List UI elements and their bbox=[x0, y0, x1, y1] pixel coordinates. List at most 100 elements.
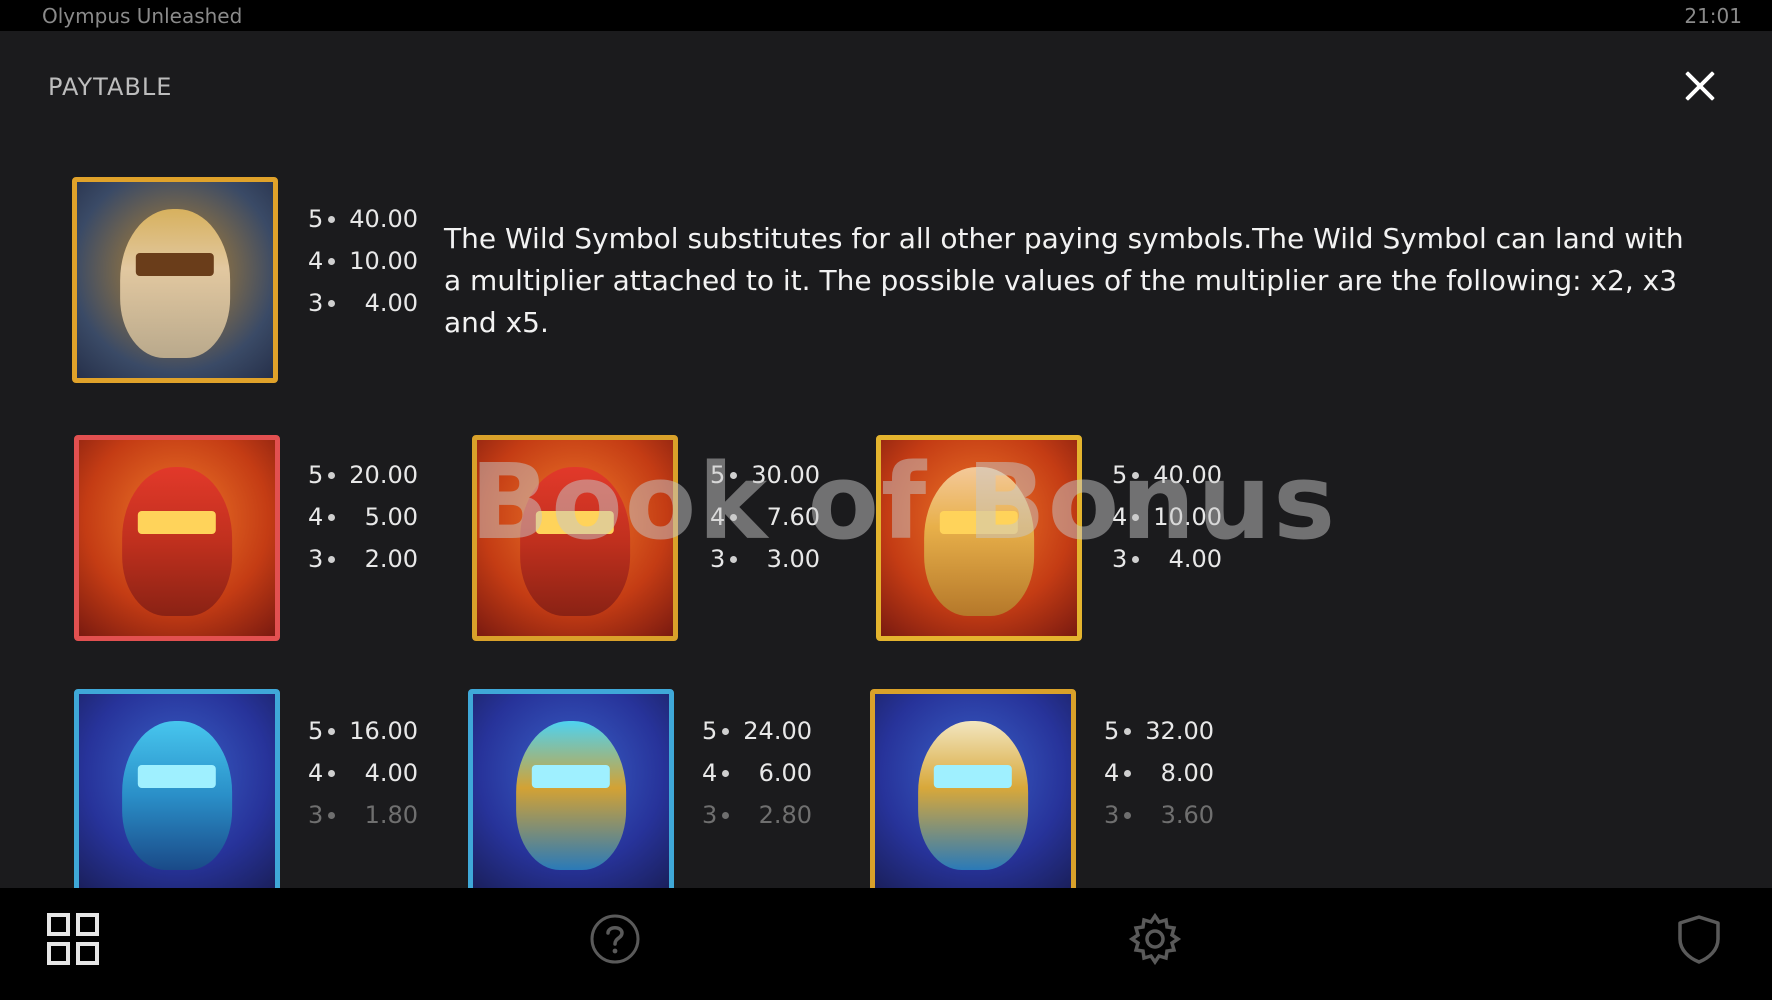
wild-symbol-image bbox=[72, 177, 278, 383]
bullet bbox=[328, 811, 335, 819]
pay-row: 3 4.00 bbox=[1112, 538, 1222, 580]
settings-nav-button[interactable] bbox=[1128, 912, 1182, 966]
pay-amount: 3.60 bbox=[1160, 801, 1214, 829]
blue-symbol-1-pays: 5 16.00 4 4.00 3 1.80 bbox=[308, 710, 418, 836]
red-symbol-3-pays: 5 40.00 4 10.00 3 4.00 bbox=[1112, 454, 1222, 580]
pay-count: 4 bbox=[1104, 759, 1120, 787]
bullet bbox=[1124, 811, 1131, 819]
pay-row: 3 4.00 bbox=[308, 282, 418, 324]
pay-count: 3 bbox=[1112, 545, 1128, 573]
red-symbol-2-pays: 5 30.00 4 7.60 3 3.00 bbox=[710, 454, 820, 580]
gold-warrior-symbol-image bbox=[876, 435, 1082, 641]
pay-row: 5 40.00 bbox=[1112, 454, 1222, 496]
blue-gold-warrior-symbol-image bbox=[468, 689, 674, 888]
pay-amount: 7.60 bbox=[766, 503, 820, 531]
pay-count: 4 bbox=[308, 247, 324, 275]
shield-icon bbox=[1678, 915, 1720, 964]
bullet bbox=[1124, 769, 1131, 777]
pay-row: 5 24.00 bbox=[702, 710, 812, 752]
bullet bbox=[328, 471, 335, 479]
pay-row: 5 30.00 bbox=[710, 454, 820, 496]
red-warrior-symbol-image bbox=[74, 435, 280, 641]
help-nav-button[interactable] bbox=[588, 912, 642, 966]
paytable-panel: PAYTABLE 5 40.00 4 10.00 3 4.00 The Wild Sy… bbox=[0, 31, 1772, 888]
gold-blue-warrior-symbol-image bbox=[870, 689, 1076, 888]
pay-row: 3 3.00 bbox=[710, 538, 820, 580]
paytable-nav-button[interactable] bbox=[46, 912, 100, 966]
pay-row: 3 2.00 bbox=[308, 538, 418, 580]
blue-symbol-2-pays: 5 24.00 4 6.00 3 2.80 bbox=[702, 710, 812, 836]
app-title: Olympus Unleashed bbox=[42, 4, 243, 28]
bullet bbox=[328, 769, 335, 777]
pay-count: 5 bbox=[1104, 717, 1120, 745]
pay-amount: 40.00 bbox=[1153, 461, 1222, 489]
pay-count: 5 bbox=[308, 717, 324, 745]
pay-count: 4 bbox=[702, 759, 718, 787]
bullet bbox=[722, 769, 729, 777]
pay-amount: 4.00 bbox=[1168, 545, 1222, 573]
gear-icon bbox=[1128, 912, 1182, 966]
pay-count: 3 bbox=[702, 801, 718, 829]
pay-amount: 8.00 bbox=[1160, 759, 1214, 787]
pay-amount: 3.00 bbox=[766, 545, 820, 573]
pay-amount: 30.00 bbox=[751, 461, 820, 489]
pay-row: 4 6.00 bbox=[702, 752, 812, 794]
close-button[interactable] bbox=[1679, 65, 1721, 107]
pay-amount: 2.00 bbox=[364, 545, 418, 573]
pay-count: 5 bbox=[308, 205, 324, 233]
blue-warrior-symbol-image bbox=[74, 689, 280, 888]
bullet bbox=[328, 555, 335, 563]
bottom-nav-bar bbox=[0, 888, 1772, 1000]
pay-count: 3 bbox=[308, 289, 324, 317]
pay-count: 4 bbox=[710, 503, 726, 531]
bullet bbox=[328, 727, 335, 735]
wild-pays: 5 40.00 4 10.00 3 4.00 bbox=[308, 198, 418, 324]
pay-row: 4 4.00 bbox=[308, 752, 418, 794]
bullet bbox=[722, 811, 729, 819]
pay-row: 4 8.00 bbox=[1104, 752, 1214, 794]
pay-row: 5 20.00 bbox=[308, 454, 418, 496]
grid-icon bbox=[47, 913, 99, 965]
bullet bbox=[1132, 555, 1139, 563]
pay-amount: 1.80 bbox=[364, 801, 418, 829]
pay-row: 3 2.80 bbox=[702, 794, 812, 836]
clock: 21:01 bbox=[1684, 4, 1742, 28]
red-symbol-1-pays: 5 20.00 4 5.00 3 2.00 bbox=[308, 454, 418, 580]
bullet bbox=[1132, 513, 1139, 521]
wild-description: The Wild Symbol substitutes for all othe… bbox=[444, 222, 1684, 339]
pay-count: 5 bbox=[702, 717, 718, 745]
pay-amount: 20.00 bbox=[349, 461, 418, 489]
pay-row: 3 1.80 bbox=[308, 794, 418, 836]
pay-row: 5 16.00 bbox=[308, 710, 418, 752]
bullet bbox=[730, 513, 737, 521]
pay-row: 5 32.00 bbox=[1104, 710, 1214, 752]
pay-count: 3 bbox=[308, 801, 324, 829]
bullet bbox=[1124, 727, 1131, 735]
pay-amount: 4.00 bbox=[364, 759, 418, 787]
pay-row: 4 7.60 bbox=[710, 496, 820, 538]
pay-amount: 5.00 bbox=[364, 503, 418, 531]
blue-symbol-3-pays: 5 32.00 4 8.00 3 3.60 bbox=[1104, 710, 1214, 836]
pay-amount: 4.00 bbox=[364, 289, 418, 317]
bullet bbox=[730, 555, 737, 563]
pay-amount: 10.00 bbox=[349, 247, 418, 275]
pay-amount: 2.80 bbox=[758, 801, 812, 829]
pay-count: 3 bbox=[308, 545, 324, 573]
red-gold-warrior-symbol-image bbox=[472, 435, 678, 641]
pay-count: 4 bbox=[308, 503, 324, 531]
pay-row: 4 5.00 bbox=[308, 496, 418, 538]
bullet bbox=[328, 215, 335, 223]
top-status-bar: Olympus Unleashed 21:01 bbox=[0, 0, 1772, 31]
bullet bbox=[722, 727, 729, 735]
pay-row: 3 3.60 bbox=[1104, 794, 1214, 836]
pay-amount: 32.00 bbox=[1145, 717, 1214, 745]
bullet bbox=[1132, 471, 1139, 479]
bullet bbox=[328, 257, 335, 265]
pay-row: 4 10.00 bbox=[1112, 496, 1222, 538]
pay-count: 4 bbox=[1112, 503, 1128, 531]
pay-count: 5 bbox=[1112, 461, 1128, 489]
responsible-gaming-nav-button[interactable] bbox=[1672, 912, 1726, 966]
pay-count: 3 bbox=[1104, 801, 1120, 829]
pay-amount: 16.00 bbox=[349, 717, 418, 745]
page-title: PAYTABLE bbox=[48, 73, 173, 101]
